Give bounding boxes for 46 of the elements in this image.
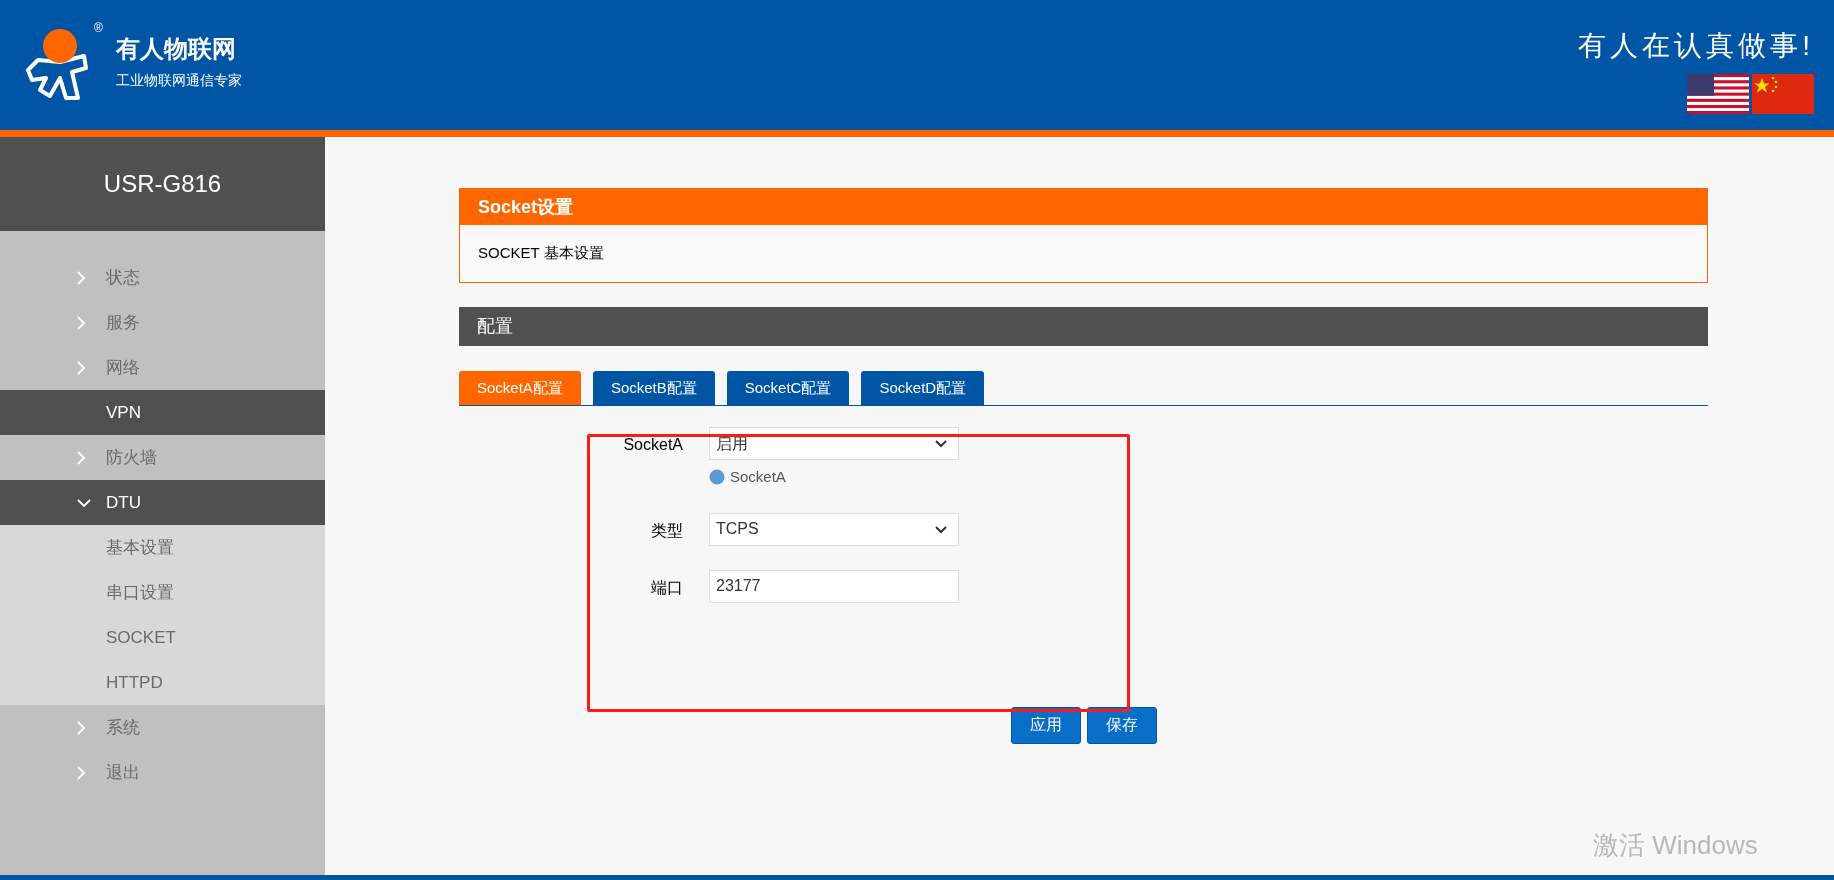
panel-description: SOCKET 基本设置 bbox=[478, 243, 604, 264]
section-title: 配置 bbox=[477, 315, 513, 338]
sidebar-item[interactable]: 系统 bbox=[0, 705, 325, 750]
field-label: SocketA bbox=[622, 435, 684, 455]
tab[interactable]: SocketD配置 bbox=[861, 371, 985, 405]
submenu-item[interactable]: 串口设置 bbox=[0, 570, 325, 615]
help-text: SocketA bbox=[730, 467, 786, 487]
help-icon bbox=[709, 469, 725, 486]
chevron-right-icon bbox=[76, 719, 86, 736]
tab[interactable]: SocketA配置 bbox=[459, 371, 581, 405]
field-label: 类型 bbox=[650, 520, 684, 541]
action-button[interactable]: 保存 bbox=[1087, 706, 1157, 744]
chevron-right-icon bbox=[76, 449, 86, 466]
sidebar-item[interactable]: VPN bbox=[0, 390, 325, 435]
sidebar-item[interactable]: 网络 bbox=[0, 345, 325, 390]
dropdown[interactable]: TCPS bbox=[709, 512, 959, 546]
submenu-item[interactable]: HTTPD bbox=[0, 660, 325, 705]
sidebar-item[interactable]: 服务 bbox=[0, 300, 325, 345]
tab[interactable]: SocketB配置 bbox=[592, 371, 715, 405]
cn-flag-icon[interactable] bbox=[1752, 74, 1814, 114]
device-title: USR-G816 bbox=[103, 169, 222, 199]
submenu-item[interactable]: 基本设置 bbox=[0, 525, 325, 570]
sidebar-item[interactable]: 状态 bbox=[0, 255, 325, 300]
activation-notice: 激活 Windows bbox=[1593, 832, 1758, 858]
registered-mark: ® bbox=[94, 22, 103, 34]
dropdown-caret-icon bbox=[934, 524, 948, 534]
chevron-right-icon bbox=[76, 359, 86, 376]
chevron-down-icon bbox=[76, 497, 92, 508]
panel-title: Socket设置 bbox=[478, 195, 574, 219]
chevron-right-icon bbox=[76, 269, 86, 286]
us-flag-icon[interactable] bbox=[1687, 74, 1749, 114]
sidebar-item[interactable]: DTU bbox=[0, 480, 325, 525]
chevron-right-icon bbox=[76, 764, 86, 781]
input-field[interactable]: 23177 bbox=[709, 569, 959, 603]
dropdown-caret-icon bbox=[934, 439, 948, 448]
submenu-item[interactable]: SOCKET bbox=[0, 615, 325, 660]
slogan: 有人在认真做事! bbox=[1578, 32, 1814, 60]
sidebar-item[interactable]: 防火墙 bbox=[0, 435, 325, 480]
field-label: 端口 bbox=[650, 577, 684, 598]
action-button[interactable]: 应用 bbox=[1011, 706, 1081, 744]
dropdown[interactable]: 启用 bbox=[709, 427, 959, 460]
chevron-right-icon bbox=[76, 314, 86, 331]
sidebar-item[interactable]: 退出 bbox=[0, 750, 325, 795]
tab[interactable]: SocketC配置 bbox=[726, 371, 850, 405]
brand-name: 有人物联网 bbox=[116, 37, 237, 61]
brand-tagline: 工业物联网通信专家 bbox=[116, 73, 242, 87]
